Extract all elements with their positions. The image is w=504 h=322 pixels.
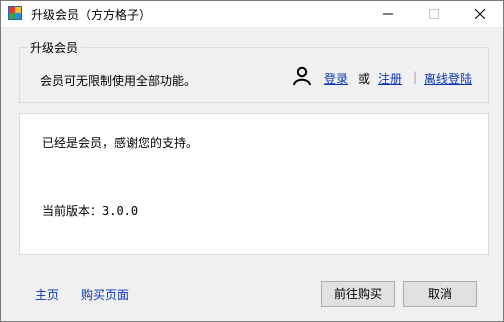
minimize-button[interactable]	[365, 1, 411, 27]
membership-description: 会员可无限制使用全部功能。	[40, 74, 197, 88]
login-link[interactable]: 登录	[324, 70, 348, 87]
minimize-icon	[383, 13, 393, 14]
register-link[interactable]: 注册	[378, 70, 402, 87]
home-link[interactable]: 主页	[35, 286, 59, 303]
title-bar: 升级会员（方方格子）	[1, 1, 503, 27]
close-icon	[474, 8, 486, 19]
upgrade-dialog: 升级会员（方方格子） 会员可无限制使用全部功能。 登录 或 注册 | 离线登陆 …	[0, 0, 504, 322]
user-icon	[293, 66, 311, 86]
membership-group: 会员可无限制使用全部功能。 登录 或 注册 | 离线登陆	[19, 47, 489, 103]
maximize-button[interactable]	[411, 1, 457, 27]
group-legend: 升级会员	[27, 39, 82, 56]
app-icon	[8, 6, 22, 20]
maximize-icon	[429, 8, 439, 19]
cancel-button[interactable]: 取消	[403, 281, 477, 307]
close-button[interactable]	[457, 1, 503, 27]
current-version: 当前版本：3.0.0	[42, 204, 139, 218]
buy-page-link[interactable]: 购买页面	[81, 286, 129, 303]
offline-login-link[interactable]: 离线登陆	[424, 70, 472, 87]
or-label: 或	[358, 72, 371, 86]
window-title: 升级会员（方方格子）	[31, 8, 152, 22]
go-buy-button[interactable]: 前往购买	[321, 281, 395, 307]
link-separator: |	[413, 70, 418, 84]
status-panel: 已经是会员，感谢您的支持。 当前版本：3.0.0	[19, 113, 489, 255]
thanks-message: 已经是会员，感谢您的支持。	[42, 136, 199, 150]
